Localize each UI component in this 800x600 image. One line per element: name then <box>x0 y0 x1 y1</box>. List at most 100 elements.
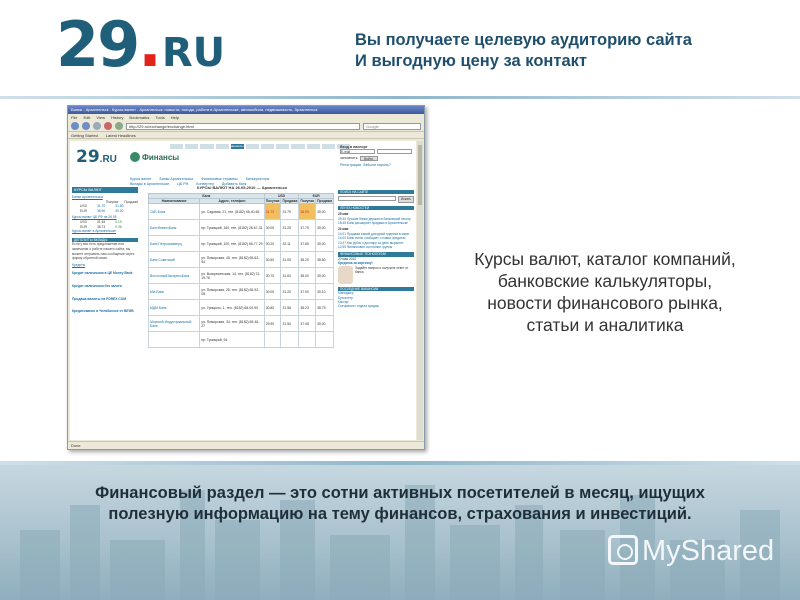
rate-cell: 31.72 <box>263 203 282 220</box>
news-link[interactable]: 12:55 Финансовое состояние группы <box>338 245 392 249</box>
bookmark-getting-started[interactable]: Getting Started <box>71 133 98 138</box>
subnav-terms[interactable]: Финансовые термины <box>201 177 238 181</box>
stop-icon[interactable] <box>104 122 112 130</box>
vacancy-item[interactable]: Специалист отдела продаж <box>338 304 414 308</box>
ad-link[interactable]: Продажа валюты на FOREX.COM <box>72 297 138 302</box>
site-tab[interactable] <box>321 144 335 149</box>
scrollbar[interactable] <box>417 141 423 440</box>
news-item[interactable]: 18:45 Банк расширяет продажи в Архангель… <box>338 221 414 225</box>
credits-link[interactable]: Кредиты <box>72 263 138 268</box>
site-tab[interactable] <box>306 144 320 149</box>
bank-name-cell[interactable]: Морской Индустриальный Банк <box>147 315 201 332</box>
news-item[interactable]: 12:55 Финансовое состояние группы <box>338 245 414 249</box>
rate-cell: 38.80 <box>315 251 334 268</box>
vacancy-link[interactable]: Бухгалтер <box>338 296 353 300</box>
rate-cell: 30.80 <box>263 299 282 316</box>
bank-name-cell[interactable]: Банк Петрокоммерц <box>147 235 201 252</box>
site-tab[interactable] <box>185 144 199 149</box>
bank-name-cell[interactable] <box>147 331 201 348</box>
address-cell: ул. Поморская, 34, тел. (8182) 65-46-27 <box>199 315 265 332</box>
building-silhouette <box>215 520 260 600</box>
menu-bookmarks[interactable]: Bookmarks <box>129 115 149 120</box>
news-link[interactable]: 18:45 Банк расширяет продажи в Архангель… <box>338 221 408 225</box>
site-tab[interactable] <box>215 144 229 149</box>
menu-file[interactable]: File <box>71 115 77 120</box>
news-link[interactable]: 09:30 Лучшие банки держатся банковский с… <box>338 217 411 221</box>
vacancy-link[interactable]: Менеджер <box>338 291 353 295</box>
site-search-input[interactable] <box>338 196 396 202</box>
site-tab[interactable] <box>245 144 260 149</box>
home-icon[interactable] <box>115 122 123 130</box>
building-silhouette <box>560 530 605 600</box>
address-cell: ул. Урицкого, 1, тел. (8182) 68-00-90 <box>199 299 265 316</box>
table-header: Продажа <box>315 198 334 204</box>
site-tab[interactable] <box>276 144 290 149</box>
news-link[interactable]: 14:00 Банк очень сообщает о новых кредит… <box>338 236 406 240</box>
subnav-rates[interactable]: Курсы валют <box>130 177 151 181</box>
rate-cell: 39.00 <box>315 315 334 332</box>
bookmark-latest-headlines[interactable]: Latest Headlines <box>106 133 136 138</box>
table-row: Морской Индустриальный Банк ул. Поморская… <box>147 315 334 332</box>
login-button[interactable]: Войти <box>359 156 378 161</box>
menu-tools[interactable]: Tools <box>155 115 164 120</box>
subnav-banks[interactable]: Банки Архангельска <box>159 177 193 181</box>
rate-cell: 37.90 <box>298 283 317 300</box>
bank-name-cell[interactable]: СКБ-Банк <box>147 203 201 220</box>
email-field[interactable]: E-mail <box>340 149 375 154</box>
forgot-password-link[interactable]: Забыли пароль? <box>363 163 391 167</box>
person-photo <box>338 265 354 284</box>
remember-checkbox-label[interactable]: запомнить <box>340 156 358 161</box>
site-tabs: финансы <box>170 144 351 149</box>
reload-icon[interactable] <box>93 122 101 130</box>
ad-link[interactable]: Кредит наличными в ЦЕ Money Bank <box>72 271 138 276</box>
address-cell: ул. Воскресенская, 14, тел. (8182) 21-19… <box>199 267 265 284</box>
menu-history[interactable]: History <box>111 115 123 120</box>
rates-heading: КУРСЫ ВАЛЮТ <box>72 187 138 193</box>
site-logo[interactable]: 29.RU <box>76 147 376 175</box>
rates-table-body: СКБ-Банк ул. Садовая, 21, тел. (8182) 65-… <box>147 203 334 348</box>
bank-name-cell[interactable]: МИ-Банк <box>147 283 201 300</box>
table-header: Продажа <box>280 198 300 204</box>
site-search-button[interactable]: Искать <box>397 196 414 203</box>
building-silhouette <box>450 525 500 600</box>
news-link[interactable]: 13:47 Как рубль к доллару за день выраст… <box>338 241 404 245</box>
site-tab[interactable] <box>170 144 184 149</box>
scrollbar-thumb[interactable] <box>418 145 422 205</box>
url-input[interactable]: http://29.ru/exchange/exchange.html <box>126 122 360 130</box>
description-text: Курсы валют, каталог компаний, банковски… <box>474 249 736 335</box>
rate-cell: 39.00 <box>315 235 334 252</box>
menu-help[interactable]: Help <box>171 115 179 120</box>
news-link[interactable]: 14:01 Продажи самой доходной подписи в м… <box>338 232 409 236</box>
bank-name-cell[interactable]: БалтИнвестБанк <box>147 219 201 236</box>
bank-name-cell[interactable]: ВосточныйЭкспрессБанк <box>147 267 201 284</box>
bank-name-cell[interactable]: Банк Советский <box>147 251 201 268</box>
address-cell: пр. Троицкий, 100, тел. (8182) 65-77-29 <box>199 235 265 252</box>
back-icon[interactable] <box>71 122 79 130</box>
menu-edit[interactable]: Edit <box>83 115 90 120</box>
menu-view[interactable]: View <box>96 115 105 120</box>
site-tab[interactable] <box>200 144 214 149</box>
site-tab[interactable] <box>291 144 305 149</box>
rate-cell: 29.90 <box>263 315 282 332</box>
subnav-calculators[interactable]: Калькуляторы <box>246 177 270 181</box>
vacancy-link[interactable]: Кассир <box>338 300 348 304</box>
web-page: 29.RU Финансы финансы Вход в паспорт E-m… <box>70 141 416 440</box>
vacancy-link[interactable]: Специалист отдела продаж <box>338 304 379 308</box>
register-link[interactable]: Регистрация <box>340 163 361 167</box>
password-field[interactable] <box>377 149 412 154</box>
site-tab-finance[interactable]: финансы <box>230 144 244 149</box>
rates-more-link[interactable]: Курсы валют в Архангельске <box>72 229 138 234</box>
rate-cell: 37.45 <box>298 315 317 332</box>
rate-cell <box>315 331 334 348</box>
ad-link[interactable]: Кредитование в Челябинске от ВЕФБ <box>72 309 138 314</box>
search-input[interactable]: Google <box>363 122 421 130</box>
forward-icon[interactable] <box>82 122 90 130</box>
building-silhouette <box>20 530 60 600</box>
bank-name-cell[interactable]: МДМ Банк <box>147 299 201 316</box>
site-tab[interactable] <box>261 144 275 149</box>
ad-link[interactable]: Кредит наличными без залога <box>72 284 138 289</box>
footer-band: Финансовый раздел — это сотни активных п… <box>0 465 800 600</box>
site-logo-29: 29 <box>76 147 100 167</box>
browser-menu-bar: File Edit View History Bookmarks Tools H… <box>68 114 424 121</box>
building-silhouette <box>110 540 165 600</box>
